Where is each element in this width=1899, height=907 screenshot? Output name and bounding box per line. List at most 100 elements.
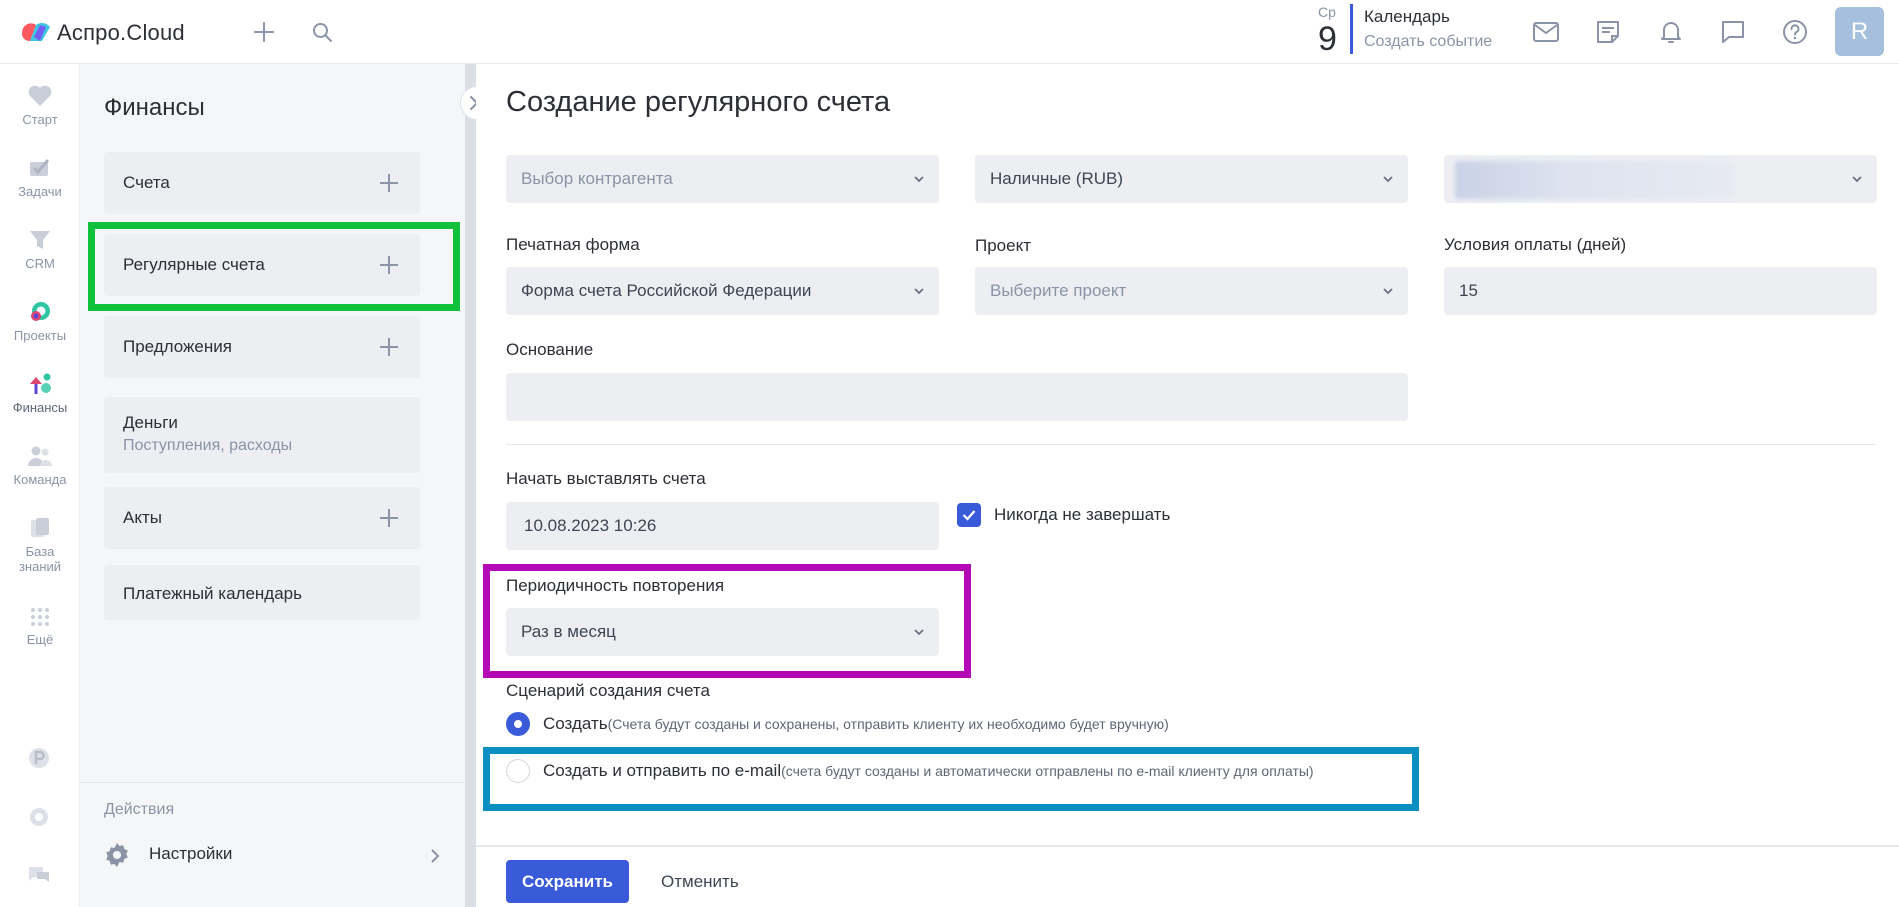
- menu-item-payment-calendar[interactable]: Платежный календарь: [104, 565, 420, 620]
- scenario-label: Сценарий создания счета: [506, 681, 710, 700]
- plus-icon[interactable]: [380, 338, 398, 356]
- actions-label: Действия: [104, 801, 175, 818]
- basis-input[interactable]: [506, 373, 1408, 421]
- rail-item-more[interactable]: Ещё: [0, 606, 80, 647]
- add-icon[interactable]: [248, 16, 280, 48]
- help-icon[interactable]: [1779, 16, 1811, 48]
- menu-item-acts[interactable]: Акты: [104, 487, 420, 549]
- rail-item-projects[interactable]: Проекты: [0, 300, 80, 343]
- rail-label: Финансы: [12, 400, 68, 415]
- calendar-divider: [1350, 4, 1353, 54]
- settings-link[interactable]: Настройки: [104, 840, 444, 872]
- logo-text[interactable]: Аспро.Cloud: [57, 20, 185, 46]
- start-date-input[interactable]: 10.08.2023 10:26: [506, 502, 939, 550]
- grid-icon: [31, 608, 49, 626]
- chat-icon[interactable]: [1717, 16, 1749, 48]
- menu-item-invoices[interactable]: Счета: [104, 152, 420, 214]
- section-divider: [506, 444, 1876, 445]
- team-icon: [28, 446, 52, 466]
- bell-icon[interactable]: [1655, 16, 1687, 48]
- scenario-create-label: Создать: [543, 714, 608, 733]
- never-end-label: Никогда не завершать: [994, 505, 1171, 524]
- project-label: Проект: [975, 236, 1031, 255]
- logo-icon[interactable]: [20, 19, 54, 45]
- gear-apps-icon[interactable]: [26, 804, 52, 830]
- support-chat-icon[interactable]: [26, 862, 52, 888]
- page-title: Создание регулярного счета: [506, 86, 891, 118]
- rail-label: База знаний: [18, 544, 62, 574]
- scenario-send-label: Создать и отправить по e-mail: [543, 761, 782, 780]
- chevron-down-icon: [1852, 176, 1862, 183]
- rail-label: Проекты: [13, 328, 67, 343]
- never-end-checkbox[interactable]: [957, 503, 981, 527]
- calendar-title[interactable]: Календарь: [1364, 7, 1450, 27]
- app-rail: Старт Задачи CRM Проекты Финансы Команда…: [0, 64, 80, 907]
- menu-item-proposals[interactable]: Предложения: [104, 316, 420, 378]
- menu-item-recurring-invoices[interactable]: Регулярные счета: [104, 234, 420, 296]
- counterparty-value: Выбор контрагента: [521, 169, 673, 188]
- project-placeholder: Выберите проект: [990, 281, 1127, 300]
- rail-label: CRM: [25, 256, 55, 271]
- menu-item-label: Счета: [123, 173, 170, 192]
- cash-account-select[interactable]: Наличные (RUB): [975, 155, 1408, 203]
- cancel-button[interactable]: Отменить: [661, 860, 739, 903]
- start-date-label: Начать выставлять счета: [506, 469, 706, 488]
- rail-item-start[interactable]: Старт: [0, 84, 80, 127]
- project-select[interactable]: Выберите проект: [975, 267, 1408, 315]
- panel-divider: [80, 782, 465, 783]
- plus-icon[interactable]: [380, 174, 398, 192]
- payment-terms-input[interactable]: 15: [1444, 267, 1877, 315]
- rail-label: Старт: [22, 112, 58, 127]
- finance-section-panel: Финансы Счета Регулярные счета Предложен…: [80, 64, 465, 907]
- check-icon: [962, 510, 976, 521]
- panel-title: Финансы: [104, 94, 205, 121]
- rail-label: Команда: [13, 472, 67, 487]
- periodicity-value: Раз в месяц: [521, 622, 616, 641]
- counterparty-select[interactable]: Выбор контрагента: [506, 155, 939, 203]
- rail-item-team[interactable]: Команда: [0, 444, 80, 487]
- chevron-right-icon: [431, 849, 440, 863]
- scenario-send-hint: (счета будут созданы и автоматически отп…: [781, 763, 1314, 779]
- plus-icon[interactable]: [380, 509, 398, 527]
- payment-terms-value: 15: [1459, 281, 1478, 300]
- scenario-create-option[interactable]: Создать(Счета будут созданы и сохранены,…: [543, 714, 1169, 734]
- scenario-send-option[interactable]: Создать и отправить по e-mail(счета буду…: [543, 761, 1314, 781]
- heart-icon: [28, 85, 52, 106]
- top-bar: Аспро.Cloud Ср 9 Календарь Создать событ…: [0, 0, 1899, 64]
- calendar-day-short: Ср: [1318, 4, 1336, 20]
- plus-icon[interactable]: [380, 256, 398, 274]
- chevron-down-icon: [914, 288, 924, 295]
- start-date-value: 10.08.2023 10:26: [524, 516, 657, 535]
- funnel-icon: [30, 231, 50, 249]
- parking-icon[interactable]: [26, 745, 52, 771]
- avatar[interactable]: R: [1835, 7, 1884, 56]
- mail-icon[interactable]: [1530, 16, 1562, 48]
- create-event-link[interactable]: Создать событие: [1364, 33, 1492, 51]
- menu-item-money[interactable]: Деньги Поступления, расходы: [104, 397, 420, 473]
- basis-label: Основание: [506, 340, 594, 359]
- periodicity-label: Периодичность повторения: [506, 576, 725, 595]
- rail-item-finance[interactable]: Финансы: [0, 372, 80, 415]
- save-button[interactable]: Сохранить: [506, 860, 629, 903]
- menu-item-sublabel: Поступления, расходы: [123, 437, 293, 454]
- cash-account-value: Наличные (RUB): [990, 169, 1124, 188]
- menu-item-label: Акты: [123, 508, 162, 527]
- rail-label: Задачи: [18, 184, 62, 199]
- scenario-send-radio[interactable]: [506, 759, 530, 783]
- periodicity-select[interactable]: Раз в месяц: [506, 608, 939, 656]
- chevron-down-icon: [1383, 288, 1393, 295]
- panel-scrollbar[interactable]: [465, 64, 476, 907]
- search-icon[interactable]: [306, 16, 338, 48]
- rail-item-tasks[interactable]: Задачи: [0, 156, 80, 199]
- chevron-down-icon: [1383, 176, 1393, 183]
- rail-item-crm[interactable]: CRM: [0, 228, 80, 271]
- projects-icon: [31, 302, 50, 321]
- notes-icon[interactable]: [1592, 16, 1624, 48]
- scenario-create-radio[interactable]: [506, 712, 530, 736]
- calendar-day-number: 9: [1318, 20, 1337, 58]
- tasks-icon: [30, 159, 50, 176]
- print-form-select[interactable]: Форма счета Российской Федерации: [506, 267, 939, 315]
- menu-item-label: Предложения: [123, 337, 232, 356]
- menu-item-label: Деньги: [123, 413, 178, 432]
- rail-item-knowledge[interactable]: База знаний: [0, 516, 80, 574]
